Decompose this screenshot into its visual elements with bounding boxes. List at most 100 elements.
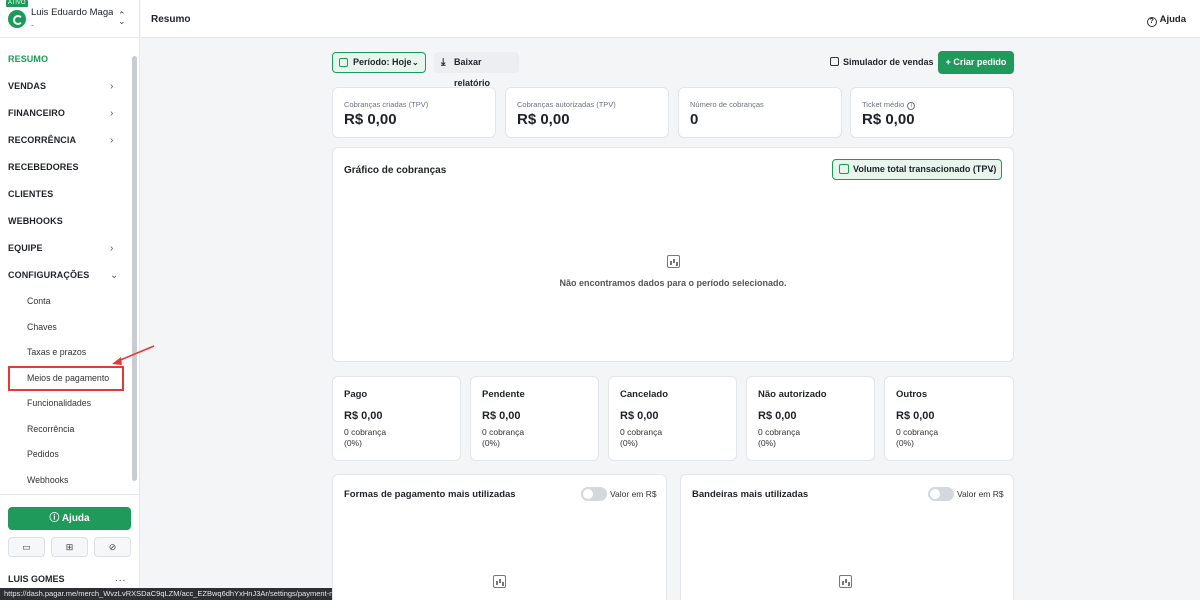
bar-chart-icon: [667, 255, 680, 268]
value-toggle[interactable]: [928, 487, 954, 501]
status-card-outros: Outros R$ 0,00 0 cobrança (0%): [884, 376, 1014, 461]
sidebar-item-recorrencia[interactable]: RECORRÊNCIA ›: [0, 127, 132, 154]
kpi-label: Ticket médio i: [862, 100, 916, 110]
metric-dropdown[interactable]: Volume total transacionado (TPV) ⌄: [832, 159, 1002, 180]
page-title: Resumo: [151, 14, 191, 25]
kpi-card: Ticket médio i R$ 0,00: [850, 87, 1014, 138]
calendar-icon: [339, 58, 348, 67]
status-label: Outros: [896, 389, 928, 400]
charges-chart-card: Gráfico de cobranças Volume total transa…: [332, 147, 1014, 362]
sidebar-subitem-taxas[interactable]: Taxas e prazos: [0, 340, 132, 366]
info-icon[interactable]: i: [907, 102, 916, 110]
status-count: 0 cobrança: [620, 427, 663, 437]
sidebar-subitem-webhooks[interactable]: Webhooks: [0, 468, 132, 494]
more-options-icon[interactable]: ...: [115, 573, 126, 584]
period-label: Período: Hoje: [353, 57, 412, 67]
account-switcher[interactable]: ATIVO Luis Eduardo Magalh... - ⌃⌄: [0, 0, 140, 38]
bar-chart-icon: [839, 575, 852, 588]
bar-chart-icon: [839, 164, 849, 174]
status-label: Pendente: [482, 389, 525, 400]
sidebar-item-label: RECORRÊNCIA: [8, 135, 77, 145]
sidebar-item-equipe[interactable]: EQUIPE ›: [0, 235, 132, 262]
kpi-label: Cobranças criadas (TPV): [344, 100, 429, 109]
card-title: Bandeiras mais utilizadas: [692, 489, 809, 500]
status-percent: (0%): [758, 438, 776, 448]
chevron-right-icon: ›: [110, 243, 114, 254]
sidebar-subitem-chaves[interactable]: Chaves: [0, 315, 132, 341]
empty-state-text: Não encontramos dados para o período sel…: [559, 278, 787, 288]
sidebar-footer: ⓘ Ajuda ▭ ⊞ ⊘ LUIS GOMES ...: [0, 494, 140, 600]
chevron-right-icon: ›: [110, 108, 114, 119]
kpi-value: R$ 0,00: [344, 111, 397, 128]
status-card-nao-autorizado: Não autorizado R$ 0,00 0 cobrança (0%): [746, 376, 875, 461]
apps-grid-icon[interactable]: ⊞: [51, 537, 88, 557]
toggle-label: Valor em R$: [957, 489, 1004, 499]
help-button[interactable]: ⓘ Ajuda: [8, 507, 131, 530]
kpi-value: 0: [690, 111, 699, 128]
sidebar-item-clientes[interactable]: CLIENTES: [0, 181, 132, 208]
calculator-icon: [830, 57, 839, 66]
account-name: Luis Eduardo Magalh...: [31, 7, 113, 18]
store-icon[interactable]: ▭: [8, 537, 45, 557]
sidebar-item-resumo[interactable]: RESUMO: [0, 46, 132, 73]
scrollbar-thumb[interactable]: [132, 56, 137, 481]
status-card-cancelado: Cancelado R$ 0,00 0 cobrança (0%): [608, 376, 737, 461]
kpi-value: R$ 0,00: [517, 111, 570, 128]
status-count: 0 cobrança: [896, 427, 939, 437]
calculator-icon[interactable]: ⊘: [94, 537, 131, 557]
sidebar-subitem-conta[interactable]: Conta: [0, 289, 132, 315]
sidebar-item-financeiro[interactable]: FINANCEIRO ›: [0, 100, 132, 127]
sidebar-subitem-recorrencia[interactable]: Recorrência: [0, 417, 132, 443]
sidebar-item-webhooks[interactable]: WEBHOOKS: [0, 208, 132, 235]
help-circle-icon: ?: [1146, 17, 1157, 27]
status-card-pago: Pago R$ 0,00 0 cobrança (0%): [332, 376, 461, 461]
status-count: 0 cobrança: [758, 427, 801, 437]
top-bar: Resumo ? Ajuda: [141, 0, 1200, 38]
sidebar-item-configuracoes[interactable]: CONFIGURAÇÕES ⌄: [0, 262, 132, 289]
kpi-label-text: Ticket médio: [862, 100, 905, 109]
account-sub: -: [31, 20, 34, 30]
status-count: 0 cobrança: [482, 427, 525, 437]
value-toggle[interactable]: [581, 487, 607, 501]
account-logo-icon: [8, 10, 26, 28]
sidebar-subitem-funcionalidades[interactable]: Funcionalidades: [0, 391, 132, 417]
top-help-label: Ajuda: [1159, 14, 1186, 25]
sidebar-item-label: FINANCEIRO: [8, 108, 65, 118]
toggle-label: Valor em R$: [610, 489, 657, 499]
sidebar-scrollbar[interactable]: [132, 46, 137, 486]
period-dropdown[interactable]: Período: Hoje ⌄: [332, 52, 426, 73]
user-name: LUIS GOMES: [8, 574, 65, 584]
sidebar-subitem-pedidos[interactable]: Pedidos: [0, 442, 132, 468]
browser-status-url: https://dash.pagar.me/merch_WvzLvRXSDaC9…: [0, 588, 357, 600]
top-help-link[interactable]: ? Ajuda: [1146, 14, 1186, 27]
status-percent: (0%): [482, 438, 500, 448]
simulator-label: Simulador de vendas: [843, 57, 934, 67]
status-percent: (0%): [896, 438, 914, 448]
chevron-up-down-icon[interactable]: ⌃ ⌄: [118, 11, 126, 26]
chevron-down-icon: ⌄: [988, 165, 995, 174]
chevron-down-icon: ⌄: [110, 270, 119, 281]
kpi-card: Cobranças autorizadas (TPV) R$ 0,00: [505, 87, 669, 138]
metric-label: Volume total transacionado (TPV): [853, 164, 997, 174]
status-value: R$ 0,00: [620, 410, 659, 422]
sidebar-item-vendas[interactable]: VENDAS ›: [0, 73, 132, 100]
payment-methods-card: Formas de pagamento mais utilizadas Valo…: [332, 474, 667, 600]
card-title: Formas de pagamento mais utilizadas: [344, 489, 516, 500]
download-icon: ⤓: [441, 57, 446, 68]
sidebar-subitem-meios-de-pagamento[interactable]: Meios de pagamento: [8, 365, 124, 391]
sidebar-item-label: RESUMO: [8, 54, 49, 64]
help-button-label: Ajuda: [61, 513, 90, 524]
sidebar-item-recebedores[interactable]: RECEBEDORES: [0, 154, 132, 181]
kpi-card: Cobranças criadas (TPV) R$ 0,00: [332, 87, 496, 138]
kpi-label: Cobranças autorizadas (TPV): [517, 100, 616, 109]
sidebar-item-label: VENDAS: [8, 81, 47, 91]
status-count: 0 cobrança: [344, 427, 387, 437]
create-order-button[interactable]: + Criar pedido: [938, 51, 1014, 74]
sales-simulator-link[interactable]: Simulador de vendas: [830, 57, 934, 67]
kpi-label: Número de cobranças: [690, 100, 764, 109]
bar-chart-icon: [493, 575, 506, 588]
sidebar: ATIVO Luis Eduardo Magalh... - ⌃⌄ RESUMO…: [0, 0, 140, 600]
help-circle-icon: ⓘ: [49, 513, 60, 524]
chevron-down-icon: ⌄: [412, 58, 419, 67]
download-report-button[interactable]: ⤓ Baixar relatório: [434, 52, 519, 88]
